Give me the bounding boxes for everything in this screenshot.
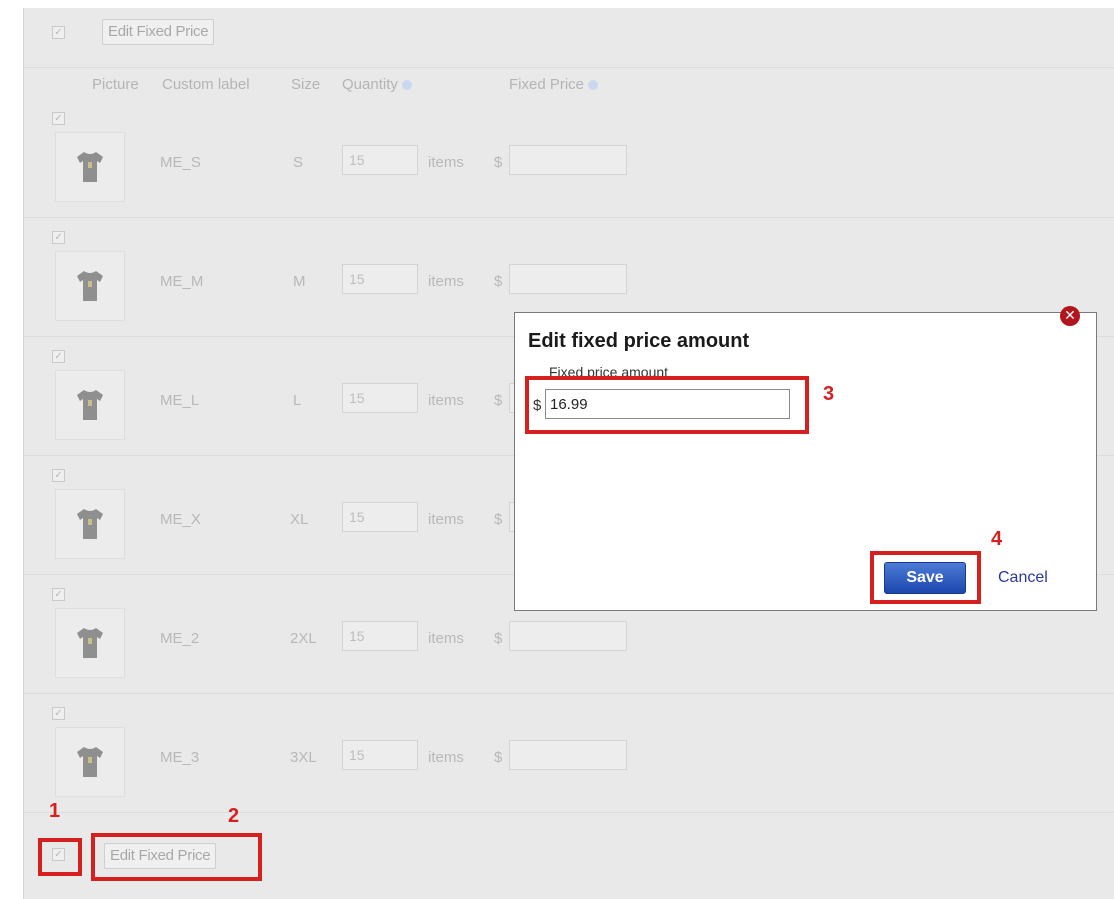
row-checkbox[interactable]: ✓ (52, 469, 65, 482)
annotation-label-4: 4 (991, 528, 1003, 550)
row-picture (55, 727, 125, 797)
row-size: S (293, 154, 304, 171)
tshirt-icon (75, 745, 105, 784)
row-items-unit: items (428, 749, 464, 766)
row-custom-label: ME_S (160, 154, 201, 171)
header-quantity: Quantity (342, 76, 412, 93)
annotation-label-1: 1 (49, 800, 61, 822)
row-picture (55, 608, 125, 678)
annotation-box-3 (525, 376, 809, 434)
row-items-unit: items (428, 511, 464, 528)
tshirt-icon-svg (77, 271, 103, 301)
row-checkbox[interactable]: ✓ (52, 112, 65, 125)
row-currency: $ (494, 749, 503, 766)
row-quantity-input[interactable]: 15 (342, 621, 418, 651)
row-checkbox[interactable]: ✓ (52, 350, 65, 363)
row-fixed-price-input[interactable] (509, 740, 627, 770)
help-icon[interactable] (588, 80, 599, 91)
row-picture (55, 132, 125, 202)
row-quantity-input[interactable]: 15 (342, 264, 418, 294)
annotation-label-3: 3 (823, 383, 835, 405)
row-currency: $ (494, 630, 503, 647)
help-icon[interactable] (401, 80, 412, 91)
tshirt-icon (75, 388, 105, 427)
row-checkbox[interactable]: ✓ (52, 231, 65, 244)
row-picture (55, 370, 125, 440)
row-size: XL (290, 511, 309, 528)
dialog-title: Edit fixed price amount (528, 330, 750, 352)
tshirt-icon-svg (77, 509, 103, 539)
header-picture: Picture (92, 76, 139, 93)
row-quantity-input[interactable]: 15 (342, 145, 418, 175)
row-size: 2XL (290, 630, 317, 647)
annotation-box-4 (870, 551, 981, 604)
row-picture (55, 489, 125, 559)
tshirt-icon (75, 507, 105, 546)
header-size: Size (291, 76, 321, 93)
annotation-box-1 (38, 838, 82, 876)
edit-fixed-price-button-top[interactable]: Edit Fixed Price (102, 19, 215, 45)
close-icon[interactable]: ✕ (1060, 306, 1080, 326)
row-custom-label: ME_3 (160, 749, 200, 766)
row-quantity-input[interactable]: 15 (342, 383, 418, 413)
annotation-label-2: 2 (228, 805, 240, 827)
row-size: 3XL (290, 749, 317, 766)
row-currency: $ (494, 511, 503, 528)
row-fixed-price-input[interactable] (509, 145, 627, 175)
annotation-box-2 (91, 833, 262, 881)
row-items-unit: items (428, 630, 464, 647)
row-size: M (293, 273, 306, 290)
tshirt-icon-svg (77, 152, 103, 182)
tshirt-icon-svg (77, 747, 103, 777)
header-quantity-label: Quantity (342, 76, 398, 93)
row-quantity-input[interactable]: 15 (342, 740, 418, 770)
row-custom-label: ME_2 (160, 630, 200, 647)
cancel-link[interactable]: Cancel (998, 569, 1048, 587)
row-size: L (293, 392, 302, 409)
tshirt-icon (75, 626, 105, 665)
header-fixed-price-label: Fixed Price (509, 76, 585, 93)
row-divider (24, 217, 1114, 218)
tshirt-icon (75, 150, 105, 189)
row-items-unit: items (428, 273, 464, 290)
row-currency: $ (494, 154, 503, 171)
row-custom-label: ME_X (160, 511, 201, 528)
row-fixed-price-input[interactable] (509, 264, 627, 294)
row-divider (24, 812, 1114, 813)
row-quantity-input[interactable]: 15 (342, 502, 418, 532)
tshirt-icon (75, 269, 105, 308)
header-custom-label: Custom label (162, 76, 250, 93)
row-divider (24, 693, 1114, 694)
row-checkbox[interactable]: ✓ (52, 588, 65, 601)
row-custom-label: ME_L (160, 392, 200, 409)
divider (24, 67, 1114, 68)
row-items-unit: items (428, 154, 464, 171)
tshirt-icon-svg (77, 628, 103, 658)
header-fixed-price: Fixed Price (509, 76, 599, 93)
edit-fixed-price-dialog (514, 312, 1097, 611)
row-fixed-price-input[interactable] (509, 621, 627, 651)
row-items-unit: items (428, 392, 464, 409)
select-all-checkbox-top[interactable]: ✓ (52, 26, 65, 39)
row-currency: $ (494, 392, 503, 409)
row-picture (55, 251, 125, 321)
row-custom-label: ME_M (160, 273, 204, 290)
row-currency: $ (494, 273, 503, 290)
tshirt-icon-svg (77, 390, 103, 420)
row-checkbox[interactable]: ✓ (52, 707, 65, 720)
